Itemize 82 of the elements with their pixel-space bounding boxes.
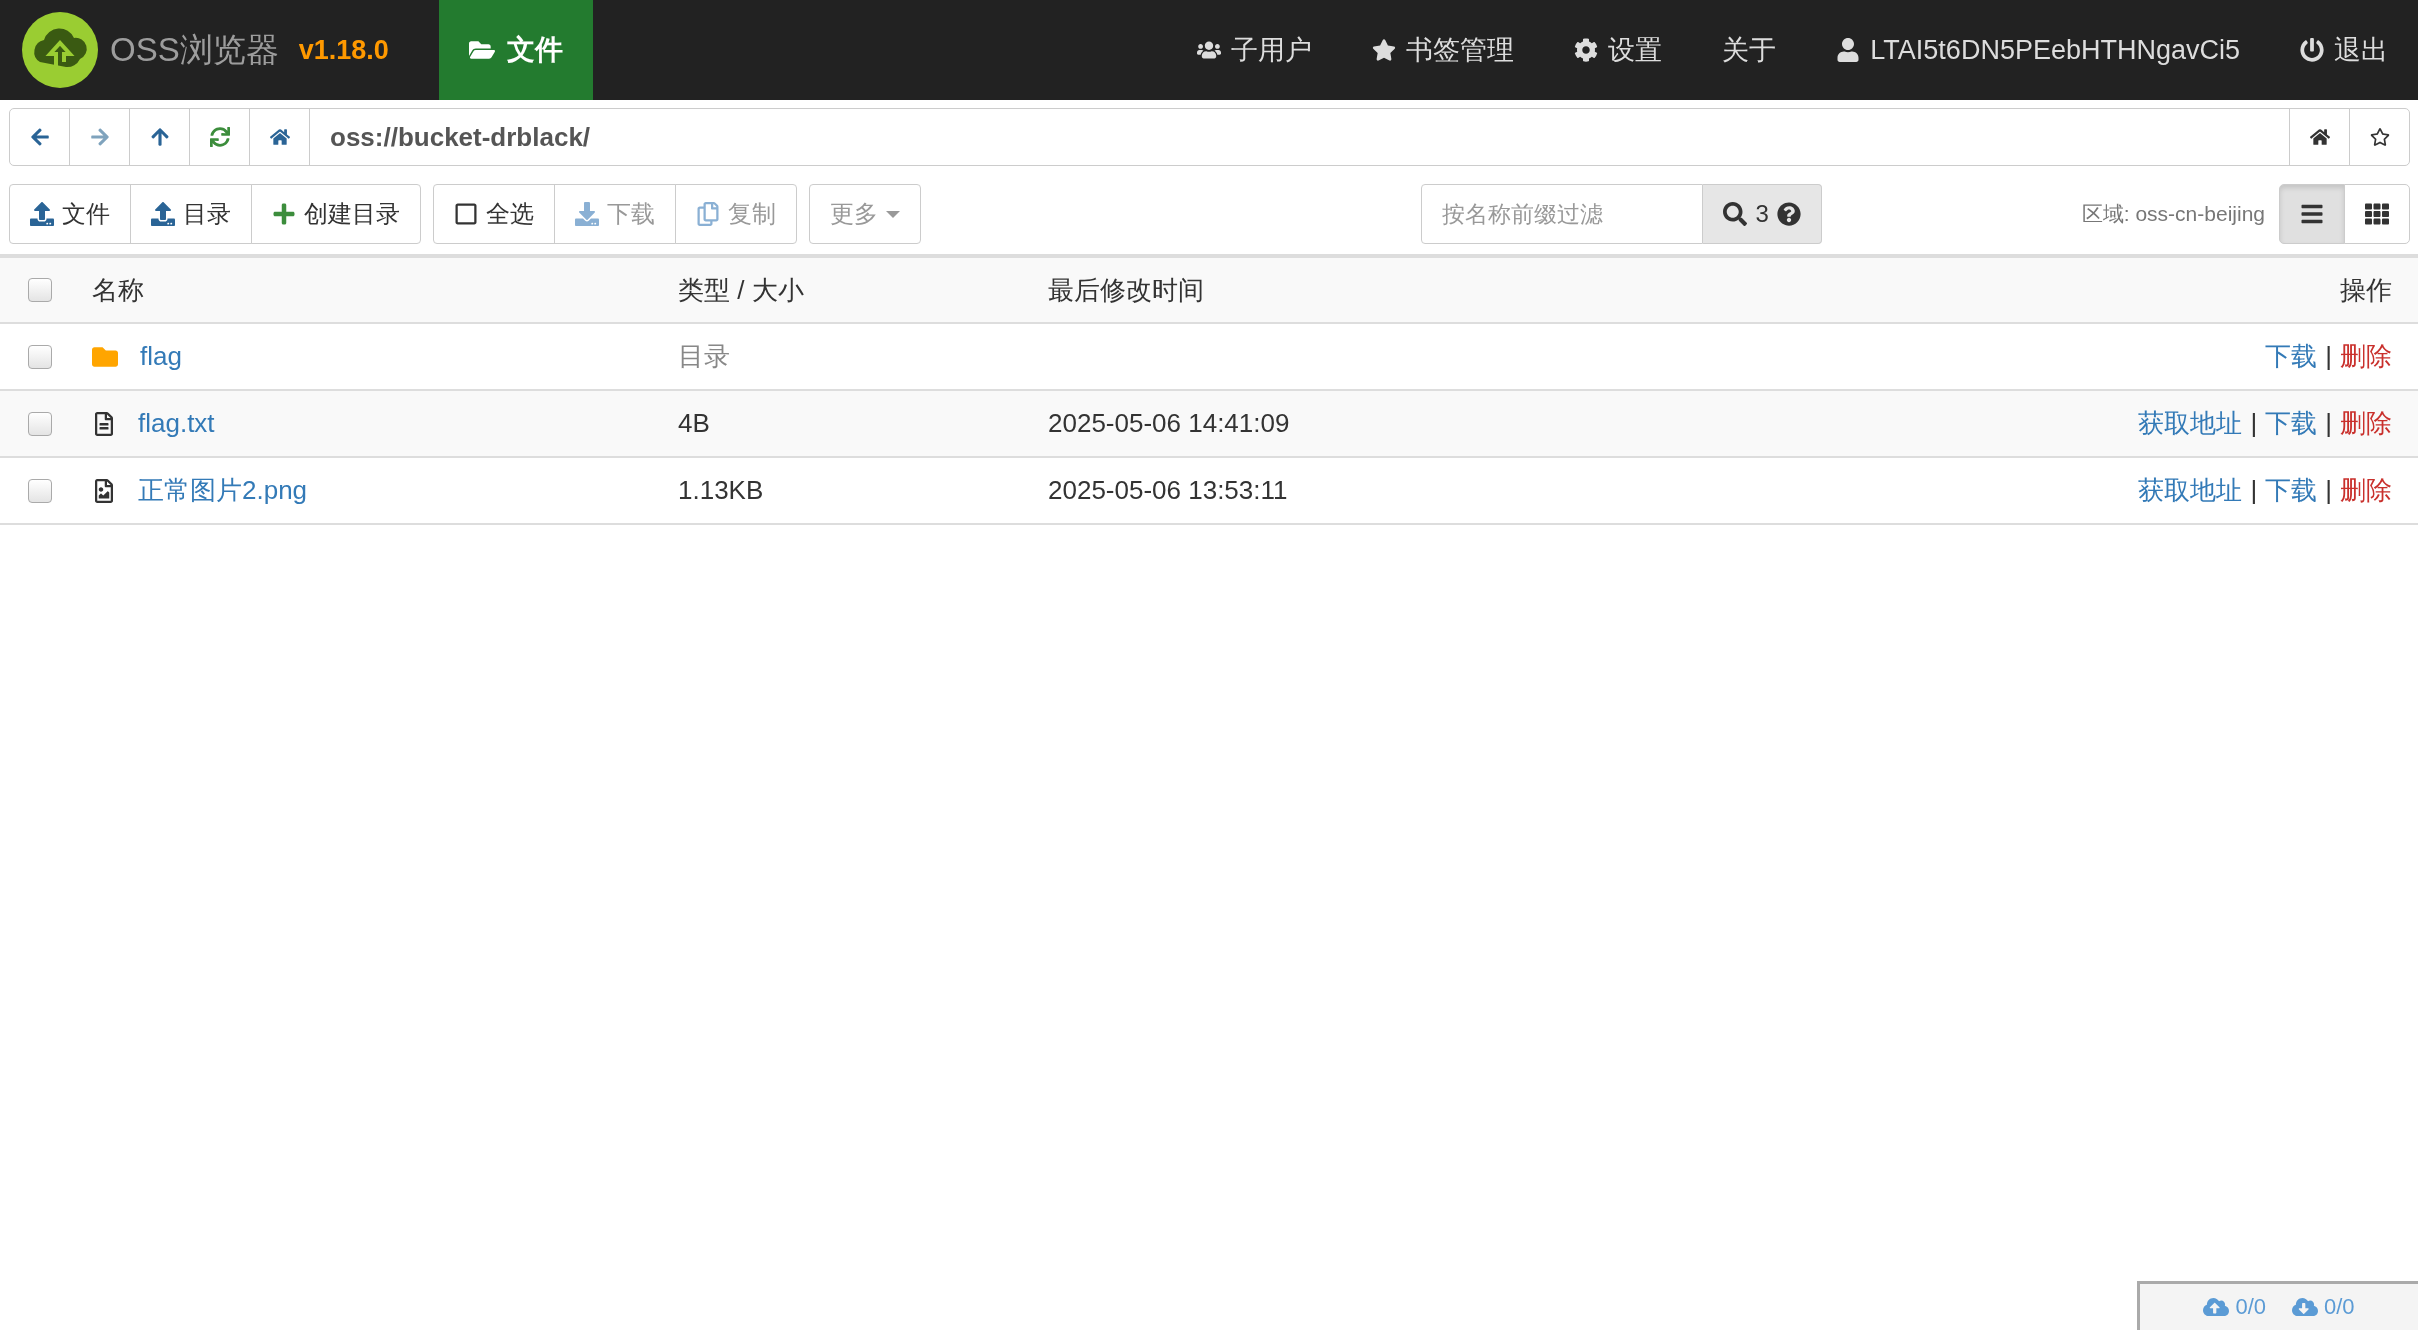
column-header: 类型 / 大小	[677, 273, 804, 307]
action-link[interactable]: 获取地址	[2138, 473, 2243, 508]
left-arrow-icon	[29, 127, 50, 147]
nav-link[interactable]: 关于	[1692, 0, 1807, 100]
home-icon	[2309, 127, 2330, 147]
separator: |	[2325, 475, 2332, 506]
refresh-button[interactable]	[189, 108, 250, 166]
file-row[interactable]: flag.txt 4B 2025-05-06 14:41:09 获取地址 | 下载 | 删除	[0, 391, 2418, 458]
star-icon	[2369, 127, 2390, 147]
action-link[interactable]: 删除	[2340, 406, 2392, 441]
back-button[interactable]	[9, 108, 70, 166]
app-version: v1.18.0	[298, 34, 389, 66]
grid-view-button[interactable]	[2344, 184, 2410, 244]
settings-icon	[1574, 38, 1599, 62]
action-link[interactable]: 删除	[2340, 339, 2392, 374]
home-button[interactable]	[2289, 108, 2350, 166]
column-header: 名称	[91, 273, 144, 307]
up-arrow-icon	[149, 127, 170, 147]
image-file-icon	[92, 478, 116, 503]
region-label: 区域: oss-cn-beijing	[2081, 201, 2265, 227]
download-icon	[575, 202, 599, 226]
cloud-logo-icon	[20, 10, 100, 90]
search-icon	[1723, 202, 1748, 226]
power-icon	[2300, 38, 2324, 62]
up-button[interactable]	[129, 108, 190, 166]
caret-icon	[886, 210, 900, 218]
table-cell-text: 1.13KB	[677, 475, 764, 506]
toolbar-button[interactable]: 目录	[130, 184, 252, 244]
download-count: 0/0	[2292, 1294, 2355, 1320]
nav-link[interactable]: 设置	[1544, 0, 1693, 100]
nav-link[interactable]: 退出	[2270, 0, 2418, 100]
separator: |	[2325, 341, 2332, 372]
separator: |	[2325, 408, 2332, 439]
nav-link[interactable]: LTAI5t6DN5PEebHTHNgavCi5	[1806, 0, 2270, 100]
separator: |	[2250, 408, 2258, 439]
plus-icon	[272, 202, 296, 226]
text-file-icon	[92, 411, 116, 436]
home-button[interactable]	[249, 108, 310, 166]
star-icon	[1372, 38, 1397, 62]
help-icon	[1776, 202, 1801, 226]
table-cell-text: 2025-05-06 14:41:09	[1047, 408, 1290, 439]
table-cell-text: 2025-05-06 13:53:11	[1047, 475, 1288, 506]
file-name-link[interactable]: flag.txt	[138, 408, 215, 439]
checkbox[interactable]	[28, 411, 52, 436]
select-all-button[interactable]: 全选	[433, 184, 555, 244]
user-icon	[1836, 38, 1861, 62]
column-header: 最后修改时间	[1047, 273, 1204, 307]
upload-icon	[30, 202, 54, 226]
right-arrow-icon	[89, 127, 110, 147]
home-icon	[269, 127, 290, 147]
action-link[interactable]: 下载	[2265, 406, 2318, 441]
action-link[interactable]: 下载	[2265, 339, 2318, 374]
refresh-icon	[209, 127, 230, 147]
list-view-button[interactable]	[2279, 184, 2345, 244]
nav-link[interactable]: 书签管理	[1342, 0, 1545, 100]
table-cell-text: 目录	[677, 340, 730, 373]
checkbox[interactable]	[28, 344, 52, 369]
upload-icon	[151, 202, 175, 226]
table-cell-text: 4B	[677, 408, 710, 439]
checkbox[interactable]	[28, 278, 52, 302]
path-field[interactable]: oss://bucket-drblack/	[309, 108, 2291, 166]
action-link[interactable]: 删除	[2340, 473, 2392, 508]
files-tab[interactable]: 文件	[438, 0, 593, 100]
bookmark-button[interactable]	[2349, 108, 2410, 166]
list-icon	[2300, 202, 2324, 226]
grid-icon	[2365, 202, 2389, 226]
app-name: OSS浏览器	[110, 29, 279, 70]
filter-field[interactable]: 按名称前缀过滤	[1421, 184, 1704, 244]
toolbar-button[interactable]: 文件	[9, 184, 131, 244]
copy-icon	[696, 202, 720, 226]
checkbox[interactable]	[28, 478, 52, 503]
search-button[interactable]: 3	[1703, 184, 1822, 244]
file-name-link[interactable]: flag	[140, 341, 182, 372]
checkbox-icon	[454, 202, 478, 226]
nav-link[interactable]: 子用户	[1167, 0, 1343, 100]
action-link[interactable]: 获取地址	[2138, 406, 2243, 441]
file-name-link[interactable]: 正常图片2.png	[138, 473, 308, 508]
separator: |	[2250, 475, 2258, 506]
upload-count: 0/0	[2203, 1294, 2266, 1320]
toolbar-button[interactable]: 创建目录	[251, 184, 421, 244]
column-header: 操作	[2340, 273, 2393, 307]
action-link[interactable]: 下载	[2265, 473, 2318, 508]
